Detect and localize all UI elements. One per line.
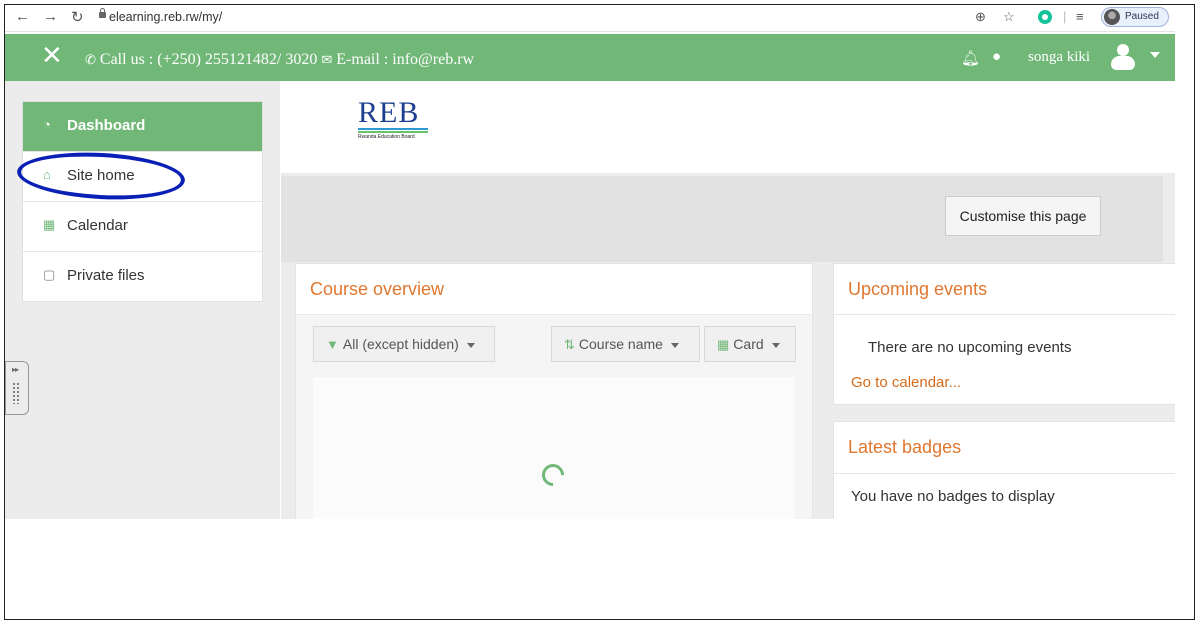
address-bar[interactable]: elearning.reb.rw/my/ (109, 10, 222, 24)
calendar-icon: ▦ (43, 217, 56, 232)
zoom-icon[interactable]: ⊕ (975, 9, 986, 25)
site-header: ✕ ✆ Call us : (+250) 255121482/ 3020 ✉ E… (5, 34, 1175, 81)
sort-icon: ⇅ (564, 337, 575, 352)
profile-avatar (1104, 9, 1120, 25)
logo-stripe-green (358, 131, 428, 133)
contact-phone: Call us : (+250) 255121482/ 3020 (99, 51, 318, 68)
forward-icon[interactable]: → (43, 8, 58, 25)
reading-list-icon[interactable]: ≡ (1076, 9, 1084, 24)
user-menu-caret-icon[interactable] (1150, 52, 1160, 58)
close-drawer-icon[interactable]: ✕ (41, 42, 63, 68)
nav-drawer: ◔ Dashboard ⌂ Site home ▦ Calendar ▢ Pri… (5, 81, 280, 519)
reload-icon[interactable]: ↻ (71, 8, 84, 26)
main-content: REB Rwanda Education Board Customise thi… (281, 81, 1175, 519)
expand-arrows-icon: ▸▸ (12, 365, 19, 374)
nav-item-calendar[interactable]: ▦ Calendar (23, 202, 262, 252)
back-icon[interactable]: ← (15, 8, 30, 25)
page-actions-bar: Customise this page (281, 176, 1163, 262)
divider (834, 314, 1175, 315)
chevron-down-icon (670, 342, 679, 348)
nav-item-private-files[interactable]: ▢ Private files (23, 252, 262, 301)
view-label: Card (733, 336, 764, 352)
grid-icon: ▦ (717, 337, 730, 352)
page-header: REB Rwanda Education Board (281, 81, 1175, 173)
file-icon: ▢ (43, 267, 56, 282)
star-icon[interactable]: ☆ (1003, 9, 1015, 25)
sort-label: Course name (578, 336, 663, 352)
nav-item-label: Private files (67, 267, 145, 284)
upcoming-events-card: Upcoming events There are no upcoming ev… (833, 263, 1175, 405)
chevron-down-icon (466, 342, 475, 348)
course-overview-body: ▼ All (except hidden) ⇅ Course name ▦ Card (296, 314, 812, 519)
phone-icon: ✆ (85, 53, 96, 68)
contact-email: E-mail : info@reb.rw (336, 51, 475, 68)
nav-item-dashboard[interactable]: ◔ Dashboard (23, 102, 262, 152)
dashboard-icon: ◔ (43, 117, 51, 132)
sort-dropdown[interactable]: ⇅ Course name (551, 326, 700, 362)
latest-badges-card: Latest badges You have no badges to disp… (833, 421, 1175, 519)
browser-toolbar: ← → ↻ elearning.reb.rw/my/ ⊕ ☆ | ≡ Pause… (5, 5, 1175, 32)
card-title: Latest badges (848, 437, 962, 457)
logo-text: REB (358, 96, 420, 129)
filter-icon: ▼ (326, 337, 339, 352)
logo-subtitle: Rwanda Education Board (358, 134, 415, 140)
card-title: Course overview (310, 279, 445, 299)
toolbar-divider: | (1063, 9, 1067, 24)
filter-dropdown[interactable]: ▼ All (except hidden) (313, 326, 495, 362)
user-avatar-icon[interactable] (1108, 42, 1138, 72)
view-dropdown[interactable]: ▦ Card (704, 326, 796, 362)
lock-icon (99, 8, 106, 18)
no-events-text: There are no upcoming events (868, 339, 1072, 356)
grip-icon (12, 382, 20, 404)
course-overview-card: Course overview ▼ All (except hidden) ⇅ Co… (295, 263, 813, 519)
reb-logo[interactable]: REB Rwanda Education Board (358, 96, 428, 140)
nav-item-label: Dashboard (67, 117, 146, 134)
chat-icon[interactable]: ● (992, 48, 1001, 65)
profile-paused-button[interactable]: Paused (1101, 7, 1169, 27)
screenshot-frame: ← → ↻ elearning.reb.rw/my/ ⊕ ☆ | ≡ Pause… (4, 4, 1195, 620)
drawer-toggle-handle[interactable]: ▸▸ (5, 361, 29, 415)
envelope-icon: ✉ (321, 53, 333, 68)
contact-info: ✆ Call us : (+250) 255121482/ 3020 ✉ E-m… (85, 51, 474, 69)
filter-label: All (except hidden) (342, 336, 459, 352)
loading-spinner-icon (537, 459, 569, 491)
card-title: Upcoming events (848, 279, 988, 299)
divider (834, 473, 1175, 474)
browser-window: ← → ↻ elearning.reb.rw/my/ ⊕ ☆ | ≡ Pause… (5, 5, 1175, 519)
user-name[interactable]: songa kiki (1028, 49, 1090, 66)
customise-page-button[interactable]: Customise this page (945, 196, 1101, 236)
bell-icon[interactable]: 🔔︎ (961, 49, 980, 67)
no-badges-text: You have no badges to display (851, 488, 1055, 505)
go-to-calendar-link[interactable]: Go to calendar... (851, 374, 961, 391)
nav-item-label: Calendar (67, 217, 128, 234)
nav-list: ◔ Dashboard ⌂ Site home ▦ Calendar ▢ Pri… (22, 101, 263, 302)
chevron-down-icon (771, 342, 780, 348)
grammarly-icon[interactable] (1038, 10, 1052, 24)
course-list-area (313, 377, 795, 519)
paused-label: Paused (1125, 11, 1159, 22)
